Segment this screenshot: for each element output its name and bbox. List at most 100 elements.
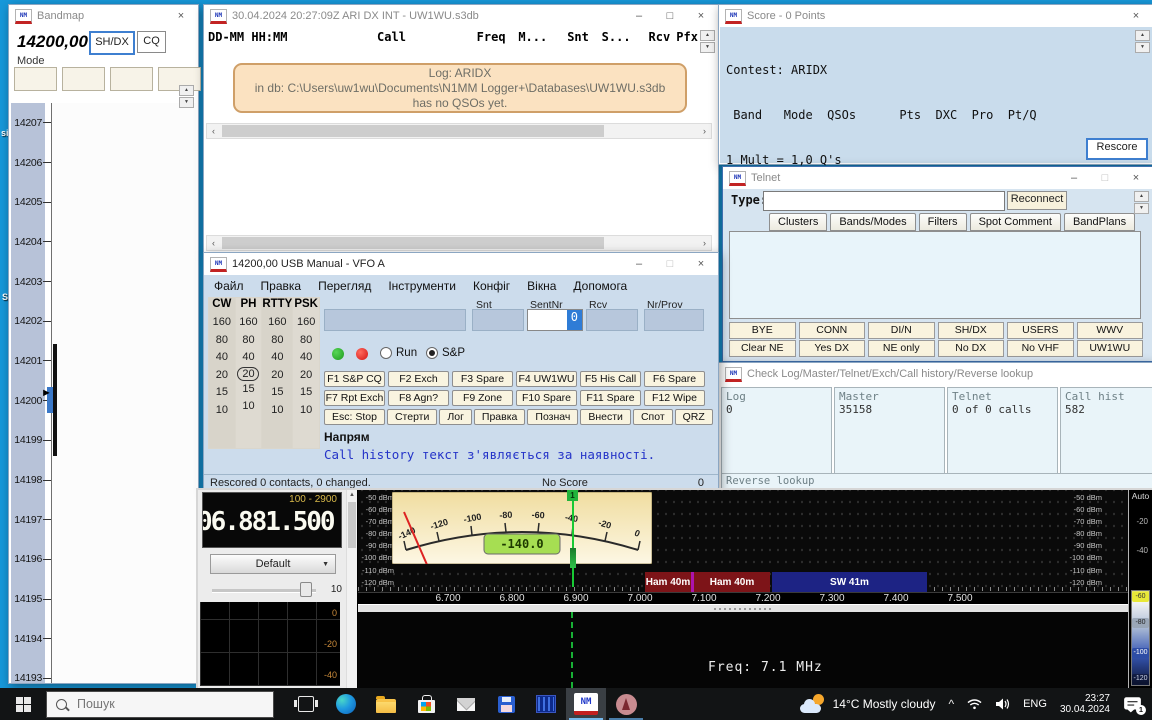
level-slider[interactable]: 10 (212, 582, 342, 598)
wifi-icon[interactable] (967, 698, 982, 710)
telnet-command-button[interactable]: BYE (729, 322, 796, 339)
horizontal-scrollbar[interactable]: ‹ › (206, 123, 712, 139)
band-segment[interactable]: SW 41m (772, 572, 927, 592)
edge-browser-button[interactable] (326, 688, 366, 720)
shdx-button[interactable]: SH/DX (89, 31, 135, 55)
scroll-left-icon[interactable]: ‹ (207, 126, 220, 136)
waterfall-display[interactable]: Freq: 7.1 MHz (358, 612, 1130, 688)
menu-item[interactable]: Конфіг (473, 279, 510, 293)
band-cell[interactable]: 15 (293, 384, 319, 402)
action-button[interactable]: QRZ (675, 409, 713, 425)
scroll-right-icon[interactable]: › (698, 126, 711, 136)
preset-dropdown[interactable]: Default ▼ (210, 554, 336, 574)
band-cell[interactable]: 160 (262, 314, 292, 332)
telnet-tab[interactable]: Clusters (769, 213, 827, 231)
telnet-command-button[interactable]: CONN (799, 322, 866, 339)
snt-input[interactable] (472, 309, 524, 331)
scroll-up-icon[interactable]: ▲ (347, 490, 357, 500)
telnet-tab[interactable]: Bands/Modes (830, 213, 915, 231)
horizontal-scrollbar[interactable]: ‹ › (206, 235, 712, 251)
function-key-button[interactable]: F7 Rpt Exch (324, 390, 385, 406)
scrollbar-track[interactable] (220, 124, 698, 138)
entry-titlebar[interactable]: NM 14200,00 USB Manual - VFO A – □ × (204, 253, 718, 275)
band-cell[interactable]: 10 (236, 398, 262, 416)
rcv-input[interactable] (586, 309, 638, 331)
telnet-command-button[interactable]: UW1WU (1077, 340, 1144, 357)
mode-box[interactable] (14, 67, 57, 91)
telnet-command-button[interactable]: DI/N (868, 322, 935, 339)
band-segment[interactable]: Ham 40m (645, 572, 691, 592)
band-cell[interactable]: 80 (293, 332, 319, 350)
rescore-button[interactable]: Rescore (1086, 138, 1148, 160)
tray-expand-icon[interactable]: ^ (948, 697, 954, 711)
tuning-marker-flag[interactable]: 1 (567, 490, 578, 501)
band-cell[interactable]: 160 (293, 314, 319, 332)
score-titlebar[interactable]: NM Score - 0 Points × (719, 5, 1152, 27)
band-cell[interactable]: 20 (262, 367, 292, 385)
sentnr-input[interactable]: 0 (527, 309, 583, 331)
weather-widget[interactable]: 14°C Mostly cloudy (800, 694, 936, 714)
callsign-input[interactable] (324, 309, 466, 331)
tuning-marker-handle[interactable] (570, 548, 576, 568)
telnet-tab[interactable]: Spot Comment (970, 213, 1061, 231)
function-key-button[interactable]: F11 Spare (580, 390, 641, 406)
mail-button[interactable] (446, 688, 486, 720)
menu-item[interactable]: Допомога (573, 279, 627, 293)
radio-circle[interactable] (380, 347, 392, 359)
band-cell[interactable]: 40 (262, 349, 292, 367)
function-key-button[interactable]: F3 Spare (452, 371, 513, 387)
palette-level-chip[interactable]: -80 (1132, 618, 1149, 628)
function-key-button[interactable]: F2 Exch (388, 371, 449, 387)
sp-radio[interactable]: S&P (426, 347, 465, 359)
action-button[interactable]: Стерти (387, 409, 437, 425)
function-key-button[interactable]: F12 Wipe (644, 390, 705, 406)
function-key-button[interactable]: F6 Spare (644, 371, 705, 387)
logger-app-button[interactable] (486, 688, 526, 720)
taskbar-clock[interactable]: 23:27 30.04.2024 (1060, 693, 1110, 715)
band-cell[interactable]: 80 (236, 332, 262, 350)
function-key-button[interactable]: F5 His Call (580, 371, 641, 387)
band-cell[interactable]: 10 (209, 402, 235, 420)
menu-item[interactable]: Інструменти (388, 279, 456, 293)
frequency-display[interactable]: 100 - 2900 06.881.500 (202, 492, 342, 548)
scroll-left-icon[interactable]: ‹ (207, 238, 220, 248)
function-key-button[interactable]: F9 Zone (452, 390, 513, 406)
spin-down-icon[interactable]: ▼ (179, 97, 194, 108)
spin-down-icon[interactable]: ▼ (1134, 203, 1149, 214)
telnet-command-button[interactable]: Clear NE (729, 340, 796, 357)
band-cell[interactable]: 40 (209, 349, 235, 367)
palette-level-chip[interactable]: -60 (1132, 592, 1149, 602)
band-cell[interactable]: 40 (236, 349, 262, 367)
palette-level-chip[interactable]: -100 (1132, 648, 1149, 658)
file-explorer-button[interactable] (366, 688, 406, 720)
log-titlebar[interactable]: NM 30.04.2024 20:27:09Z ARI DX INT - UW1… (204, 5, 718, 27)
telnet-command-button[interactable]: SH/DX (938, 322, 1005, 339)
slider-handle[interactable] (300, 582, 312, 597)
store-button[interactable] (406, 688, 446, 720)
telnet-command-button[interactable]: No DX (938, 340, 1005, 357)
palette-level-chip[interactable]: -120 (1132, 674, 1149, 684)
spin-up-icon[interactable]: ▲ (179, 85, 194, 96)
scrollbar-track[interactable] (220, 236, 698, 250)
scrollbar-thumb[interactable] (222, 125, 604, 137)
spin-down-icon[interactable]: ▼ (700, 42, 715, 53)
minimize-icon[interactable]: – (626, 5, 652, 27)
action-button[interactable]: Внести (580, 409, 631, 425)
spin-down-icon[interactable]: ▼ (1135, 42, 1150, 53)
cq-button[interactable]: CQ (137, 31, 166, 53)
bandmap-titlebar[interactable]: NM Bandmap × (9, 5, 198, 27)
speaker-icon[interactable] (995, 698, 1010, 710)
menu-item[interactable]: Перегляд (318, 279, 371, 293)
mode-box[interactable] (110, 67, 153, 91)
rf-spectrum[interactable]: -50 dBm-60 dBm-70 dBm-80 dBm-90 dBm-100 … (358, 490, 1130, 604)
telnet-tab[interactable]: BandPlans (1064, 213, 1135, 231)
close-icon[interactable]: × (168, 5, 194, 27)
telnet-command-button[interactable]: USERS (1007, 322, 1074, 339)
menu-item[interactable]: Правка (261, 279, 302, 293)
telnet-titlebar[interactable]: NM Telnet – □ × (723, 167, 1152, 189)
band-cell[interactable]: 15 (262, 384, 292, 402)
splitter-handle[interactable] (358, 604, 1130, 612)
run-radio[interactable]: Run (380, 347, 417, 359)
band-cell[interactable]: 15 (209, 384, 235, 402)
close-icon[interactable]: × (1123, 167, 1149, 189)
